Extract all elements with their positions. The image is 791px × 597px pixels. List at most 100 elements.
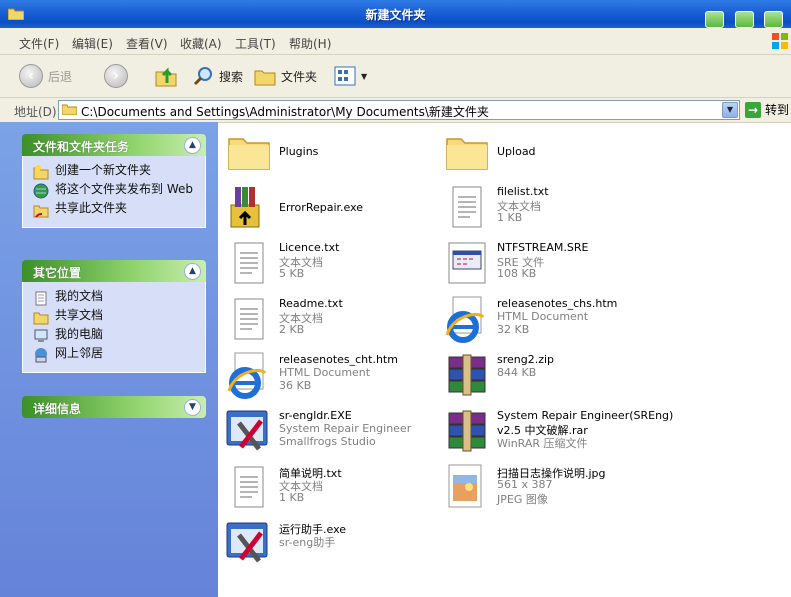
minimize-button[interactable] (705, 11, 724, 28)
file-item[interactable]: ErrorRepair.exe (225, 183, 435, 237)
search-button[interactable]: 搜索 (192, 64, 243, 88)
file-item[interactable]: releasenotes_cht.htm HTML Document 36 KB (225, 351, 435, 405)
text-file-icon (234, 242, 264, 284)
task-share-folder[interactable]: 共享此文件夹 (33, 202, 205, 218)
winrar-icon (448, 410, 486, 452)
file-item[interactable]: Plugins (225, 127, 435, 181)
address-dropdown-button[interactable]: ▼ (722, 102, 738, 118)
winrar-icon (448, 354, 486, 396)
place-shared-documents[interactable]: 共享文档 (33, 309, 205, 325)
text-file-icon (452, 186, 482, 228)
file-item[interactable]: Readme.txt 文本文档 2 KB (225, 295, 435, 349)
place-my-computer[interactable]: 我的电脑 (33, 328, 205, 344)
views-button[interactable]: ▼ (334, 64, 367, 88)
place-label: 共享文档 (55, 308, 104, 322)
file-type: HTML Document (497, 310, 589, 323)
details-panel: 详细信息 ▼ (22, 396, 206, 418)
expand-icon[interactable]: ▼ (184, 399, 201, 416)
tools-app-icon (226, 410, 268, 451)
file-item[interactable]: Upload (443, 127, 653, 181)
file-name: filelist.txt (497, 185, 549, 198)
file-description: sr-eng助手 (279, 536, 336, 549)
file-company: Smallfrogs Studio (279, 435, 376, 448)
task-label: 创建一个新文件夹 (55, 163, 152, 177)
details-panel-title: 详细信息 (33, 402, 82, 416)
file-name: ErrorRepair.exe (279, 201, 364, 214)
forward-button[interactable]: › (104, 64, 128, 88)
file-item[interactable]: NTFSTREAM.SRE SRE 文件 108 KB (443, 239, 653, 293)
file-name: System Repair Engineer(SREng) (497, 409, 674, 422)
go-label: 转到 (765, 103, 790, 117)
maximize-button[interactable] (735, 11, 754, 28)
up-folder-button[interactable] (155, 64, 177, 88)
file-name: Plugins (279, 145, 319, 158)
computer-icon (34, 329, 48, 342)
views-icon (334, 66, 356, 86)
file-size: 32 KB (497, 323, 530, 336)
file-size: 1 KB (279, 491, 305, 504)
window-file-icon (448, 242, 486, 284)
globe-icon (33, 183, 49, 199)
back-label: 后退 (48, 69, 73, 84)
file-item[interactable]: sreng2.zip 844 KB (443, 351, 653, 405)
file-item[interactable]: 简单说明.txt 文本文档 1 KB (225, 463, 435, 517)
address-path: C:\Documents and Settings\Administrator\… (81, 105, 489, 119)
file-name: Readme.txt (279, 297, 343, 310)
file-item[interactable]: System Repair Engineer(SREng) v2.5 中文破解.… (443, 407, 673, 461)
task-label: 共享此文件夹 (55, 201, 128, 215)
file-size: 108 KB (497, 267, 537, 280)
search-icon (193, 67, 212, 86)
ie-icon (445, 296, 485, 343)
places-panel-header[interactable]: 其它位置 ▲ (22, 260, 206, 282)
folders-label: 文件夹 (281, 69, 318, 84)
windows-logo-icon (772, 33, 788, 49)
place-label: 我的电脑 (55, 327, 104, 341)
file-type: JPEG 图像 (497, 493, 548, 506)
address-label: 地址(D) (14, 105, 57, 119)
file-item[interactable]: 扫描日志操作说明.jpg 561 x 387 JPEG 图像 (443, 463, 653, 517)
place-network[interactable]: 网上邻居 (33, 347, 205, 363)
go-button[interactable]: → 转到 (745, 101, 789, 118)
file-size: 844 KB (497, 366, 537, 379)
file-name: Upload (497, 145, 536, 158)
tasks-panel-title: 文件和文件夹任务 (33, 140, 130, 154)
file-name: Licence.txt (279, 241, 340, 254)
address-bar: 地址(D) C:\Documents and Settings\Administ… (0, 98, 791, 123)
task-publish-web[interactable]: 将这个文件夹发布到 Web (33, 183, 205, 199)
file-item[interactable]: releasenotes_chs.htm HTML Document 32 KB (443, 295, 653, 349)
menu-bar: 文件(F) 编辑(E) 查看(V) 收藏(A) 工具(T) 帮助(H) (0, 28, 791, 55)
file-size: 36 KB (279, 379, 312, 392)
place-label: 我的文档 (55, 289, 104, 303)
file-item[interactable]: sr-engldr.EXE System Repair Engineer Sma… (225, 407, 435, 461)
collapse-icon[interactable]: ▲ (184, 137, 201, 154)
file-item[interactable]: Licence.txt 文本文档 5 KB (225, 239, 435, 293)
address-input[interactable]: C:\Documents and Settings\Administrator\… (58, 100, 740, 120)
folders-icon (254, 70, 276, 86)
place-my-documents[interactable]: 我的文档 (33, 290, 205, 306)
tasks-panel-header[interactable]: 文件和文件夹任务 ▲ (22, 134, 206, 156)
folder-icon (446, 138, 488, 170)
details-panel-header[interactable]: 详细信息 ▼ (22, 396, 206, 418)
network-icon (35, 348, 47, 363)
file-description: System Repair Engineer (279, 422, 412, 435)
file-name: releasenotes_chs.htm (497, 297, 618, 310)
back-button[interactable]: ‹ 后退 (19, 64, 72, 88)
text-file-icon (234, 298, 264, 340)
jpeg-image-icon (448, 464, 482, 508)
window-title: 新建文件夹 (365, 8, 426, 22)
file-size: 2 KB (279, 323, 305, 336)
close-button[interactable] (764, 11, 783, 28)
tools-app-icon (226, 522, 268, 563)
collapse-icon[interactable]: ▲ (184, 263, 201, 280)
chevron-down-icon: ▼ (361, 71, 368, 81)
folder-icon (33, 312, 49, 325)
folders-button[interactable]: 文件夹 (254, 64, 317, 88)
file-item[interactable]: filelist.txt 文本文档 1 KB (443, 183, 653, 237)
text-file-icon (234, 466, 264, 508)
file-item[interactable]: 运行助手.exe sr-eng助手 (225, 519, 435, 573)
places-panel: 其它位置 ▲ 我的文档 共享文档 我的电脑 网上邻居 (22, 260, 206, 373)
search-label: 搜索 (219, 69, 244, 84)
file-name: sreng2.zip (497, 353, 555, 366)
task-pane: 文件和文件夹任务 ▲ 创建一个新文件夹 将这个文件夹发布到 Web 共享此文件夹… (0, 122, 218, 597)
task-new-folder[interactable]: 创建一个新文件夹 (33, 164, 205, 180)
